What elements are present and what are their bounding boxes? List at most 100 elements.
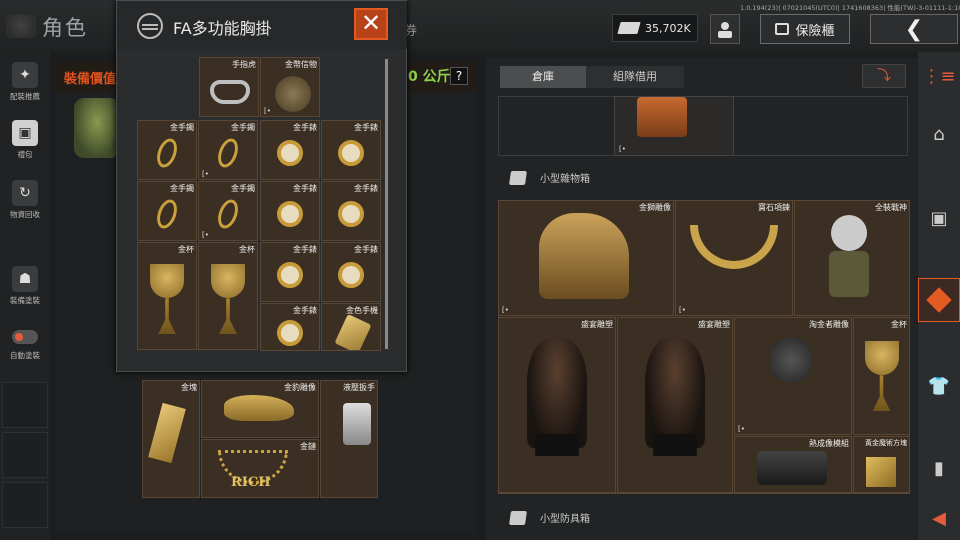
item-name: 盛宴雕塑 — [581, 320, 613, 329]
item-name: 淘金者雕像 — [809, 320, 849, 329]
section-title: 小型雜物箱 — [540, 174, 590, 185]
gift-icon: ▣ — [12, 120, 38, 146]
gold-phone-icon — [334, 314, 372, 350]
item-cell[interactable]: 金豹雕像 — [201, 380, 319, 438]
item-cell[interactable]: 手指虎 — [199, 57, 259, 117]
empty-slot[interactable] — [2, 482, 48, 528]
move-mark: [• — [202, 170, 209, 178]
item-cell[interactable]: 金手錶 — [321, 181, 381, 241]
avatar-button[interactable] — [710, 14, 740, 44]
item-cell[interactable]: 金手鐲 [• — [198, 181, 258, 241]
item-cell[interactable]: 金手錶 — [321, 120, 381, 180]
item-cell[interactable]: 黃金魔術方塊 — [853, 436, 910, 493]
item-cell[interactable]: 金獅雕像 [• — [498, 200, 674, 316]
move-mark: [• — [738, 425, 745, 433]
safe-button[interactable]: 保險櫃 — [760, 14, 850, 44]
item-cell[interactable]: 金手鐲 — [137, 181, 197, 241]
shirt-icon[interactable]: 👕 — [918, 364, 960, 408]
toggle-icon[interactable] — [12, 330, 38, 344]
recycle-icon: ↻ — [12, 180, 38, 206]
item-cell[interactable]: 金杯 — [137, 242, 197, 350]
weight-text: 0 公斤 — [408, 69, 451, 85]
gold-lion-icon — [539, 213, 629, 299]
equipment-value-label: 裝備價值 — [64, 72, 117, 87]
item-cell[interactable]: 金塊 — [142, 380, 200, 498]
sidebar-item-loadout[interactable]: ✦ 配裝推薦 — [0, 62, 50, 102]
item-cell[interactable]: 金手錶 — [260, 242, 320, 302]
item-cell[interactable]: 金手錶 — [321, 242, 381, 302]
backpack-icon[interactable]: ▣ — [918, 196, 960, 240]
item-cell[interactable]: 盛宴雕塑 — [498, 317, 616, 493]
move-mark: [• — [264, 107, 271, 115]
item-cell[interactable]: 金色手機 — [321, 303, 381, 351]
item-name: 熱成像模組 — [809, 439, 849, 448]
gold-cup-icon — [211, 264, 245, 344]
gun-icon: ✦ — [12, 62, 38, 88]
sidebar-item-gift[interactable]: ▣ 禮包 — [0, 120, 50, 160]
item-cell[interactable]: 金手鐲 [• — [198, 120, 258, 180]
item-cell[interactable]: [• — [614, 96, 734, 156]
item-cell[interactable]: 盛宴雕塑 — [617, 317, 733, 493]
gold-bracelet-icon — [214, 196, 242, 232]
move-mark: [• — [202, 231, 209, 239]
item-cell[interactable]: 液壓扳手 — [320, 380, 378, 498]
gold-watch-icon — [277, 261, 303, 288]
sidebar-item-recycle[interactable]: ↻ 物資回收 — [0, 180, 50, 220]
section-small-armor-header: 小型防具箱 — [509, 510, 590, 525]
section-small-box-header: 小型雜物箱 — [509, 170, 590, 185]
item-name: 金豹雕像 — [284, 383, 316, 392]
avatar-icon — [718, 22, 732, 38]
gem-necklace-icon — [690, 225, 778, 269]
item-cell[interactable]: 金杯 — [853, 317, 910, 435]
money-amount: 35,702K — [645, 21, 691, 35]
tab-warehouse[interactable]: 倉庫 — [500, 66, 586, 88]
empty-slot[interactable] — [2, 432, 48, 478]
gold-cube-icon — [866, 457, 896, 487]
section-title: 小型防具箱 — [540, 514, 590, 525]
item-name: 金手錶 — [293, 245, 317, 254]
item-cell[interactable]: 金手鐲 — [137, 120, 197, 180]
box-icon[interactable] — [918, 278, 960, 322]
item-cell[interactable]: 金幣信物 [• — [260, 57, 320, 117]
chevron-left-icon: ❮ — [904, 16, 924, 42]
chest-rig-icon — [137, 13, 163, 39]
helmet-icon: ☗ — [12, 266, 38, 292]
sort-button[interactable]: ⤵ — [862, 64, 906, 88]
gold-bracelet-icon — [153, 196, 181, 232]
sidebar-item-paint[interactable]: ☗ 裝備塗裝 — [0, 266, 50, 306]
close-button[interactable]: ✕ — [354, 8, 388, 40]
gold-watch-icon — [277, 139, 303, 166]
back-button[interactable]: ❮ — [870, 14, 958, 44]
move-mark: [• — [679, 306, 686, 314]
item-name: 盛宴雕塑 — [698, 320, 730, 329]
gold-chain-icon — [218, 450, 288, 490]
item-cell[interactable]: 淘金者雕像 [• — [734, 317, 852, 435]
item-name: 黃金魔術方塊 — [865, 439, 907, 447]
home-icon[interactable]: ⌂ — [918, 112, 960, 156]
grid-icon[interactable]: ⋮≡ — [918, 54, 960, 98]
item-cell[interactable]: 金手錶 — [260, 303, 320, 351]
sidebar-item-label: 物資回收 — [10, 210, 40, 219]
scrollbar[interactable] — [385, 59, 388, 349]
sidebar-item-autopaint[interactable]: 自動塗裝 — [0, 324, 50, 361]
item-name: 金手鐲 — [231, 184, 255, 193]
item-cell[interactable]: 金杯 — [198, 242, 258, 350]
item-cell[interactable]: 寶石項鍊 [• — [675, 200, 793, 316]
help-button[interactable]: ? — [450, 67, 468, 85]
item-name: 金手錶 — [354, 245, 378, 254]
sort-icon: ⤵ — [877, 68, 891, 84]
item-cell[interactable]: 熱成像模組 — [734, 436, 852, 493]
gold-coin-icon — [275, 76, 311, 112]
empty-slot[interactable] — [2, 382, 48, 428]
item-cell[interactable]: 金鏈 — [201, 439, 319, 498]
item-cell[interactable]: 金手錶 — [260, 181, 320, 241]
item-name: 液壓扳手 — [343, 383, 375, 392]
gold-cup-icon — [150, 264, 184, 344]
tab-team-borrow[interactable]: 組隊借用 — [586, 66, 684, 88]
item-cell[interactable]: 金手錶 — [260, 120, 320, 180]
item-cell[interactable]: 全裝戰神 — [794, 200, 910, 316]
magazine-icon[interactable]: ▮ — [918, 446, 960, 490]
backpack-image[interactable] — [74, 98, 120, 158]
arrow-left-icon[interactable]: ◀ — [918, 496, 960, 540]
item-name: 金杯 — [891, 320, 907, 329]
